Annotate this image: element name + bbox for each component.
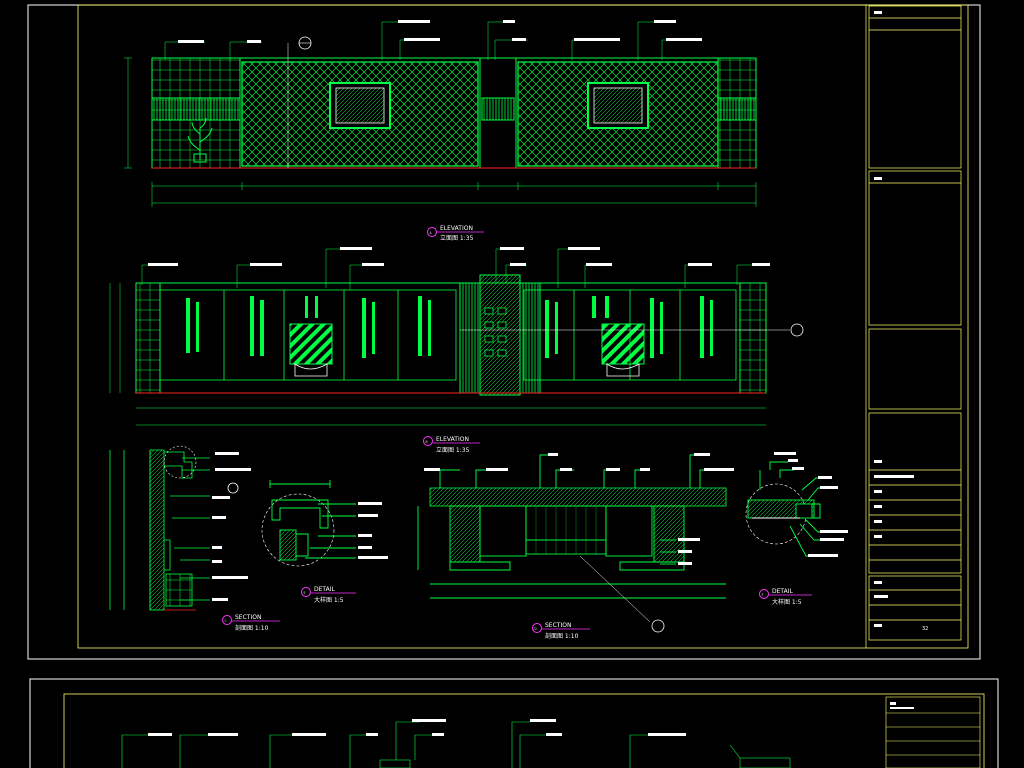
stripe-band-right [717,97,757,121]
center-stripe [481,97,515,121]
b-stripe-right [519,282,541,394]
detail-e-tag: E DETAIL 大样图 1:5 [301,586,356,604]
detail-f-code: F [762,593,764,597]
b-side-right [739,282,767,394]
detail-ref-c [227,482,239,494]
detail-e-code: E [304,591,306,595]
detail-e [261,480,388,567]
elevation-a-code: A [430,231,433,235]
section-c-tag: C SECTION 剖面图 1:10 [222,614,280,632]
painting-left-inner [335,87,385,124]
elevation-a-tag: A ELEVATION 立面图 1:35 [427,225,484,242]
sheet2-border-inner [63,693,985,768]
elevation-a-scale: 立面图 1:35 [440,234,474,242]
sheet2-border-outer [29,678,999,768]
elevation-a-title: ELEVATION [440,225,473,232]
detail-f-tag: F DETAIL 大样图 1:5 [759,588,812,606]
leader-text-b [148,247,770,266]
section-d-code: D [535,627,537,631]
detail-f-scale: 大样图 1:5 [772,598,802,606]
title-block-marks [874,11,914,627]
section-d [417,453,734,633]
leader-text-c [212,452,251,601]
detail-f [745,452,848,557]
sheet2-text [148,719,686,736]
sheet2-drawing [121,721,791,768]
section-d-tag: D SECTION 剖面图 1:10 [532,622,590,640]
section-d-scale: 剖面图 1:10 [545,632,579,640]
elevation-b-outline [135,282,767,394]
section-c-code: C [225,619,227,623]
detail-e-scale: 大样图 1:5 [314,596,344,604]
section-marker-b [790,323,804,337]
detail-e-title: DETAIL [314,586,335,593]
leader-lines-a [164,21,702,62]
section-c-title: SECTION [235,614,261,621]
detail-f-title: DETAIL [772,588,793,595]
inset-panel-left [289,323,333,365]
inset-base-right [606,363,640,377]
elevation-b-scale: 立面图 1:35 [436,446,470,454]
leader-text-e [358,502,388,559]
section-c-scale: 剖面图 1:10 [235,624,269,632]
elevation-b [109,247,804,426]
elevation-b-code: B [426,440,428,444]
cad-drawing-canvas: 32 A ELEVATION 立面图 1:35 B ELEVATION 立面图 … [27,4,999,768]
section-c [109,449,210,611]
inset-base-left [294,363,328,377]
leader-text-a [178,20,702,43]
elevation-b-title: ELEVATION [436,436,469,443]
elevation-a [124,20,757,207]
stripe-band-left [151,97,241,121]
section-d-title: SECTION [545,622,571,629]
leader-lines-b [141,248,770,290]
detail-ref-d [651,619,665,633]
elevation-b-tag: B ELEVATION 立面图 1:35 [423,436,480,454]
sheet-number: 32 [922,626,928,632]
b-center-column [479,274,521,396]
title-block [865,5,962,648]
section-d-curtain-lines [535,506,597,554]
painting-right-inner [593,87,643,124]
dimension-lines-b [109,283,766,426]
b-side-left [135,282,161,394]
b-stripe-left [459,282,481,394]
